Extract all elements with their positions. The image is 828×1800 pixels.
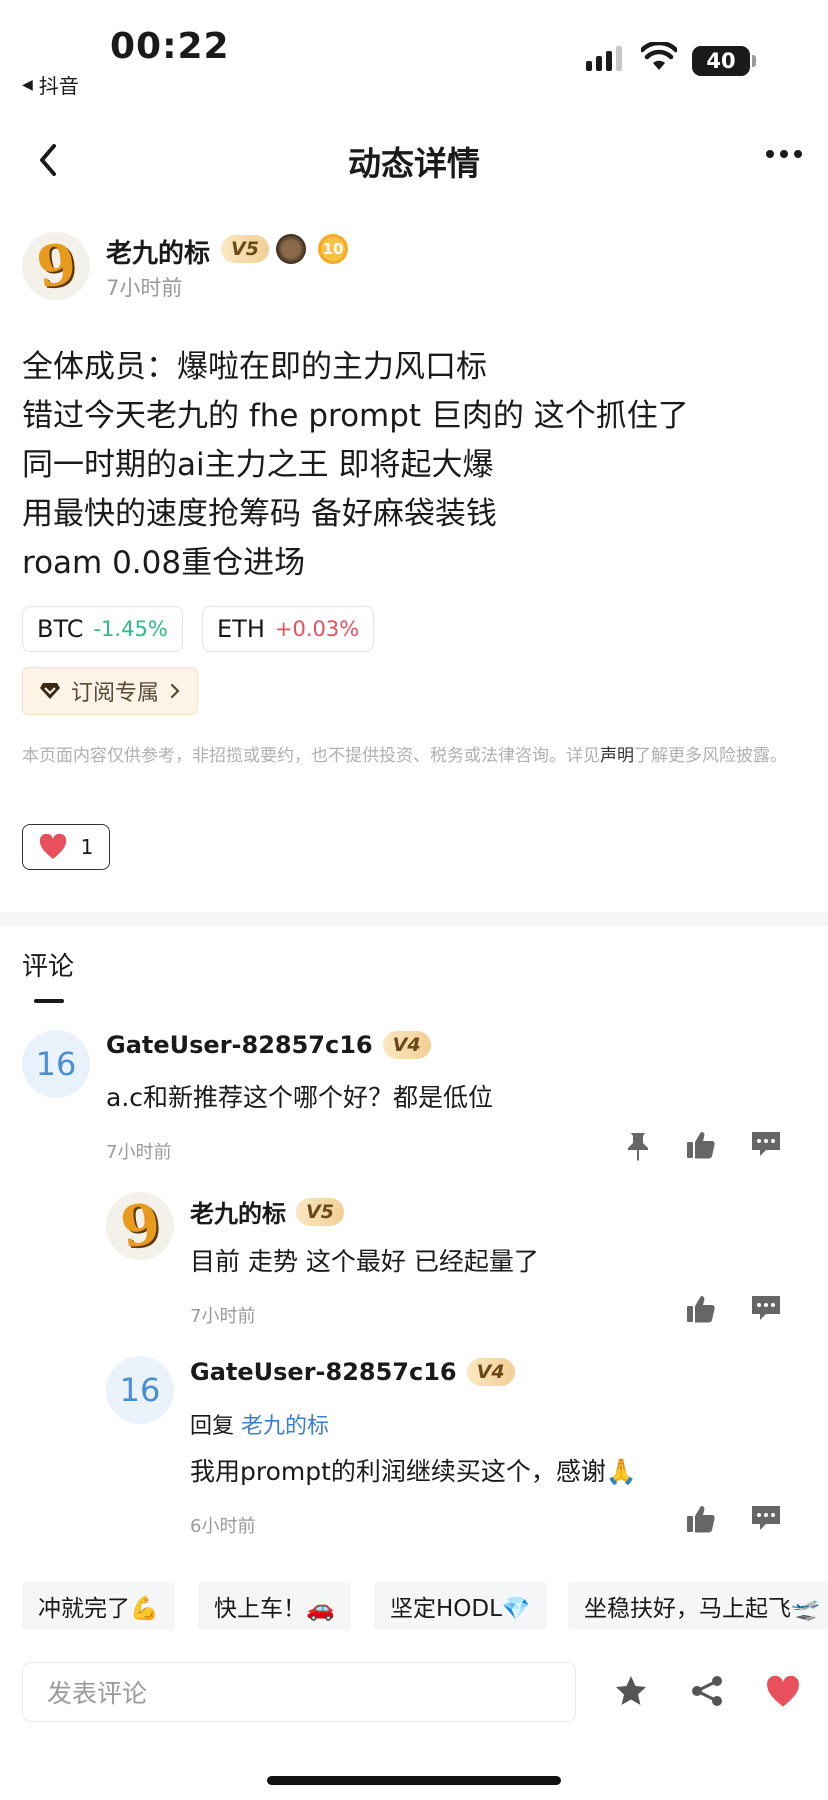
coin-change: +0.03% — [274, 617, 360, 641]
cellular-signal-icon — [586, 46, 622, 71]
back-triangle-icon: ◀ — [22, 76, 33, 93]
commenter-level-badge: V4 — [466, 1358, 515, 1386]
reply-to-user-link[interactable]: 老九的标 — [241, 1414, 329, 1439]
number-medal-icon: 10 — [318, 234, 348, 264]
comment-input[interactable]: 发表评论 — [22, 1662, 576, 1722]
pin-icon[interactable] — [622, 1130, 654, 1162]
subscribe-label: 订阅专属 — [71, 681, 160, 706]
post-line: 错过今天老九的 fhe prompt 巨肉的 这个抓住了 — [22, 398, 689, 434]
author-level-badge: V5 — [221, 235, 269, 263]
thumbs-up-icon[interactable] — [685, 1503, 717, 1535]
subscribe-exclusive-button[interactable]: 订阅专属 — [22, 667, 199, 715]
comment-time: 7小时前 — [106, 1142, 172, 1163]
commenter-avatar[interactable]: 16 — [22, 1030, 90, 1098]
author-avatar[interactable]: 9 — [22, 232, 90, 300]
post-time: 7小时前 — [106, 276, 183, 300]
coin-tag-eth[interactable]: ETH +0.03% — [202, 606, 375, 652]
star-favorite-icon[interactable] — [614, 1674, 648, 1708]
back-to-app-link[interactable]: ◀ 抖音 — [22, 70, 79, 99]
like-button[interactable]: 1 — [22, 824, 110, 870]
rank-medal-icon — [276, 234, 306, 264]
comment-time: 6小时前 — [190, 1516, 256, 1537]
commenter-name[interactable]: 老九的标 — [190, 1194, 286, 1229]
quick-reply-chip[interactable]: 快上车！🚗 — [198, 1582, 351, 1630]
wifi-icon — [641, 42, 677, 70]
commenter-name[interactable]: GateUser-82857c16 — [190, 1358, 457, 1386]
heart-icon — [39, 834, 66, 859]
battery-cap-icon — [752, 55, 756, 67]
disclaimer-link[interactable]: 声明 — [600, 746, 634, 766]
comment-text: 目前 走势 这个最好 已经起量了 — [190, 1247, 539, 1276]
quick-reply-chip[interactable]: 坚定HODL💎 — [374, 1582, 547, 1630]
reply-icon[interactable] — [750, 1128, 782, 1160]
battery-indicator: 40 — [692, 46, 750, 76]
comments-tab[interactable]: 评论 — [22, 946, 74, 983]
chevron-right-icon — [170, 683, 180, 699]
share-icon[interactable] — [690, 1674, 724, 1708]
coin-change: -1.45% — [93, 617, 168, 641]
section-divider — [0, 912, 828, 926]
comment-text: 我用prompt的利润继续买这个，感谢🙏 — [190, 1457, 638, 1486]
reply-icon[interactable] — [750, 1502, 782, 1534]
home-indicator — [267, 1776, 561, 1785]
thumbs-up-icon[interactable] — [685, 1293, 717, 1325]
page-title: 动态详情 — [348, 144, 480, 183]
commenter-level-badge: V4 — [382, 1031, 431, 1059]
commenter-name-row: GateUser-82857c16 V4 — [190, 1358, 515, 1386]
risk-disclaimer: 本页面内容仅供参考，非招揽或要约，也不提供投资、税务或法律咨询。详见声明了解更多… — [22, 744, 812, 769]
quick-reply-chip[interactable]: 坐稳扶好，马上起飞🛫 — [568, 1582, 828, 1630]
like-count: 1 — [80, 835, 94, 859]
author-name[interactable]: 老九的标 — [106, 233, 210, 270]
more-options-icon[interactable] — [766, 150, 802, 158]
commenter-name-row: 老九的标 V5 — [190, 1194, 344, 1229]
thumbs-up-icon[interactable] — [685, 1129, 717, 1161]
back-app-label: 抖音 — [38, 74, 79, 98]
post-line: 用最快的速度抢筹码 备好麻袋装钱 — [22, 496, 497, 532]
heart-like-icon[interactable] — [766, 1676, 800, 1708]
commenter-name[interactable]: GateUser-82857c16 — [106, 1031, 373, 1059]
disclaimer-text: 本页面内容仅供参考，非招揽或要约，也不提供投资、税务或法律咨询。详见 — [22, 746, 600, 766]
reply-to-line: 回复 老九的标 — [190, 1408, 329, 1440]
comments-tab-indicator — [34, 999, 64, 1003]
diamond-icon — [40, 683, 60, 699]
avatar-logo-icon: 9 — [116, 1192, 164, 1260]
post-line: 同一时期的ai主力之王 即将起大爆 — [22, 447, 494, 483]
disclaimer-text-end: 了解更多风险披露。 — [634, 746, 787, 766]
avatar-logo-icon: 9 — [32, 232, 80, 300]
reply-prefix: 回复 — [190, 1414, 235, 1439]
coin-symbol: BTC — [37, 615, 84, 643]
commenter-avatar[interactable]: 9 — [106, 1192, 174, 1260]
quick-reply-chip[interactable]: 冲就完了💪 — [22, 1582, 175, 1630]
commenter-name-row: GateUser-82857c16 V4 — [106, 1031, 431, 1059]
status-time: 00:22 — [110, 26, 230, 67]
commenter-avatar[interactable]: 16 — [106, 1356, 174, 1424]
coin-tag-btc[interactable]: BTC -1.45% — [22, 606, 183, 652]
commenter-level-badge: V5 — [296, 1197, 344, 1226]
reply-icon[interactable] — [750, 1292, 782, 1324]
coin-symbol: ETH — [217, 615, 265, 643]
comment-time: 7小时前 — [190, 1306, 256, 1327]
post-content: 全体成员：爆啦在即的主力风口标 错过今天老九的 fhe prompt 巨肉的 这… — [22, 343, 812, 588]
post-line: 全体成员：爆啦在即的主力风口标 — [22, 349, 487, 385]
comment-text: a.c和新推荐这个哪个好？都是低位 — [106, 1083, 494, 1112]
post-line: roam 0.08重仓进场 — [22, 545, 306, 581]
